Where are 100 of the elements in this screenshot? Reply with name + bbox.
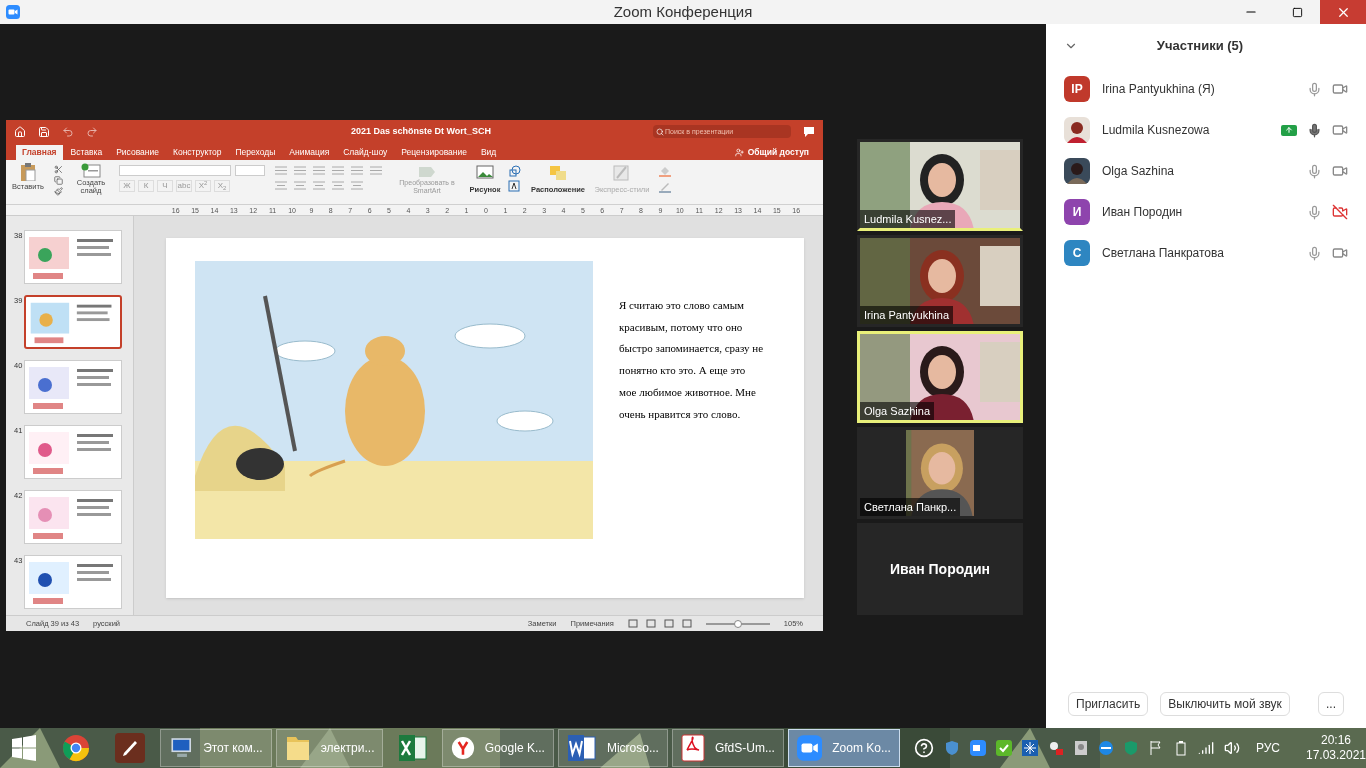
flag-icon[interactable]: [1147, 740, 1164, 756]
video-tile[interactable]: Ludmila Kusnez...: [857, 139, 1023, 231]
avatar: С: [1064, 240, 1090, 266]
taskbar-button[interactable]: GfdS-Um...: [671, 729, 784, 767]
participant-name: Ludmila Kusnez...: [860, 209, 956, 228]
scissors-icon[interactable]: [54, 165, 63, 174]
camera-icon[interactable]: [1332, 81, 1348, 97]
ribbon-tab[interactable]: Рисование: [110, 145, 165, 160]
participant-row[interactable]: Olga Sazhina: [1046, 158, 1366, 184]
help-icon[interactable]: [913, 738, 934, 758]
participant-name: Иван Породин: [1102, 204, 1183, 221]
panel-button[interactable]: Выключить мой звук: [1160, 692, 1290, 716]
font-field[interactable]: [119, 165, 231, 176]
comment-icon[interactable]: [803, 125, 815, 138]
ribbon-tab[interactable]: Конструктор: [167, 145, 228, 160]
battery-icon[interactable]: [1173, 740, 1188, 756]
share-button[interactable]: Общий доступ: [734, 145, 809, 160]
mic-icon[interactable]: [1307, 122, 1322, 138]
list-icon[interactable]: [349, 165, 365, 176]
undo-icon[interactable]: [62, 125, 74, 138]
avatar: И: [1064, 199, 1090, 225]
list-icon[interactable]: [330, 165, 346, 176]
ribbon-tab[interactable]: Главная: [16, 145, 63, 160]
video-tile[interactable]: Olga Sazhina: [857, 331, 1023, 423]
align-icon[interactable]: [330, 180, 346, 191]
home-icon[interactable]: [14, 125, 26, 138]
window-title: Zoom Конференция: [613, 1, 753, 22]
outline-icon[interactable]: [658, 181, 672, 193]
format-button[interactable]: X$_{2}$: [214, 180, 230, 192]
video-tile[interactable]: Светлана Панкр...: [857, 427, 1023, 519]
brush-icon[interactable]: [54, 187, 63, 196]
list-icon[interactable]: [368, 165, 384, 176]
shield-icon[interactable]: [943, 740, 960, 756]
view-icon[interactable]: [645, 619, 656, 628]
view-icon[interactable]: [663, 619, 674, 628]
participant-name: Olga Sazhina: [860, 401, 935, 420]
language-indicator[interactable]: РУС: [1255, 739, 1280, 757]
windows-icon: [11, 735, 38, 761]
video-camera-icon: [6, 5, 20, 19]
signal-icon[interactable]: [1197, 740, 1214, 756]
format-button[interactable]: К: [138, 180, 154, 192]
shapes-icon[interactable]: [508, 165, 522, 177]
document-title: 2021 Das schönste Dt Wort_SCH: [351, 124, 491, 138]
ribbon-tab[interactable]: Вид: [474, 145, 503, 160]
participant-name: Olga Sazhina: [1102, 163, 1175, 180]
participant-row[interactable]: IP Irina Pantyukhina (Я): [1046, 76, 1366, 102]
zoom-slider[interactable]: [705, 622, 770, 625]
avatar-icon: [1064, 158, 1090, 184]
camera-icon[interactable]: [1332, 245, 1348, 261]
fill-icon[interactable]: [658, 165, 672, 177]
redo-icon[interactable]: [86, 125, 98, 138]
taskbar-button[interactable]: Этот ком...: [159, 729, 272, 767]
ribbon-tab[interactable]: Анимация: [283, 145, 336, 160]
participant-row[interactable]: Ludmila Kusnezowa: [1046, 117, 1366, 143]
view-icon[interactable]: [627, 619, 638, 628]
view-icon[interactable]: [681, 619, 692, 628]
format-button[interactable]: abc: [176, 180, 192, 192]
panel-title: Участники (5): [1156, 37, 1244, 56]
list-icon[interactable]: [292, 165, 308, 176]
align-icon[interactable]: [292, 180, 308, 191]
taskbar-button[interactable]: Zoom Ko...: [787, 729, 900, 767]
new-slide-icon[interactable]: [81, 163, 101, 179]
align-icon[interactable]: [349, 180, 365, 191]
slide-thumbnail[interactable]: [24, 295, 122, 349]
ribbon-tab[interactable]: Вставка: [64, 145, 109, 160]
text-box-icon[interactable]: [508, 180, 520, 192]
format-button[interactable]: Ж: [119, 180, 135, 192]
participant-name: Иван Породин: [888, 559, 992, 579]
pen-icon: [115, 733, 146, 763]
clipboard-icon[interactable]: [20, 163, 36, 181]
align-icon[interactable]: [311, 180, 327, 191]
panel-button[interactable]: Пригласить: [1068, 692, 1149, 716]
list-icon[interactable]: [273, 165, 289, 176]
volume-icon[interactable]: [1223, 740, 1240, 756]
list-icon[interactable]: [311, 165, 327, 176]
font-size-field[interactable]: [235, 165, 265, 176]
avatar: IP: [1064, 76, 1090, 102]
camera-icon[interactable]: [1332, 163, 1348, 179]
participant-name: Светлана Панкратова: [1102, 245, 1224, 262]
image-icon[interactable]: [476, 165, 494, 179]
video-tile[interactable]: Irina Pantyukhina: [857, 235, 1023, 327]
video-off-icon[interactable]: [1332, 204, 1348, 220]
ribbon-tab[interactable]: Переходы: [229, 145, 282, 160]
participant-row[interactable]: И Иван Породин: [1046, 199, 1366, 225]
camera-icon[interactable]: [1332, 122, 1348, 138]
participant-row[interactable]: С Светлана Панкратова: [1046, 240, 1366, 266]
taskbar-button[interactable]: Google K...: [441, 729, 554, 767]
slider-thumb[interactable]: [733, 619, 742, 628]
ribbon-tab[interactable]: Рецензирование: [395, 145, 473, 160]
panel-button[interactable]: ...: [1318, 692, 1344, 716]
copy-icon[interactable]: [54, 176, 63, 185]
taskbar-button[interactable]: электри...: [275, 729, 384, 767]
ribbon-tab[interactable]: Слайд-шоу: [337, 145, 394, 160]
video-tile[interactable]: Иван Породин: [857, 523, 1023, 615]
align-icon[interactable]: [273, 180, 289, 191]
chrome-icon: [62, 734, 90, 762]
taskbar-button[interactable]: Microso...: [557, 729, 668, 767]
save-icon[interactable]: [38, 125, 50, 138]
clock[interactable]: 20:16 17.03.2021: [1305, 733, 1366, 763]
format-button[interactable]: X$^{2}$: [195, 180, 211, 192]
